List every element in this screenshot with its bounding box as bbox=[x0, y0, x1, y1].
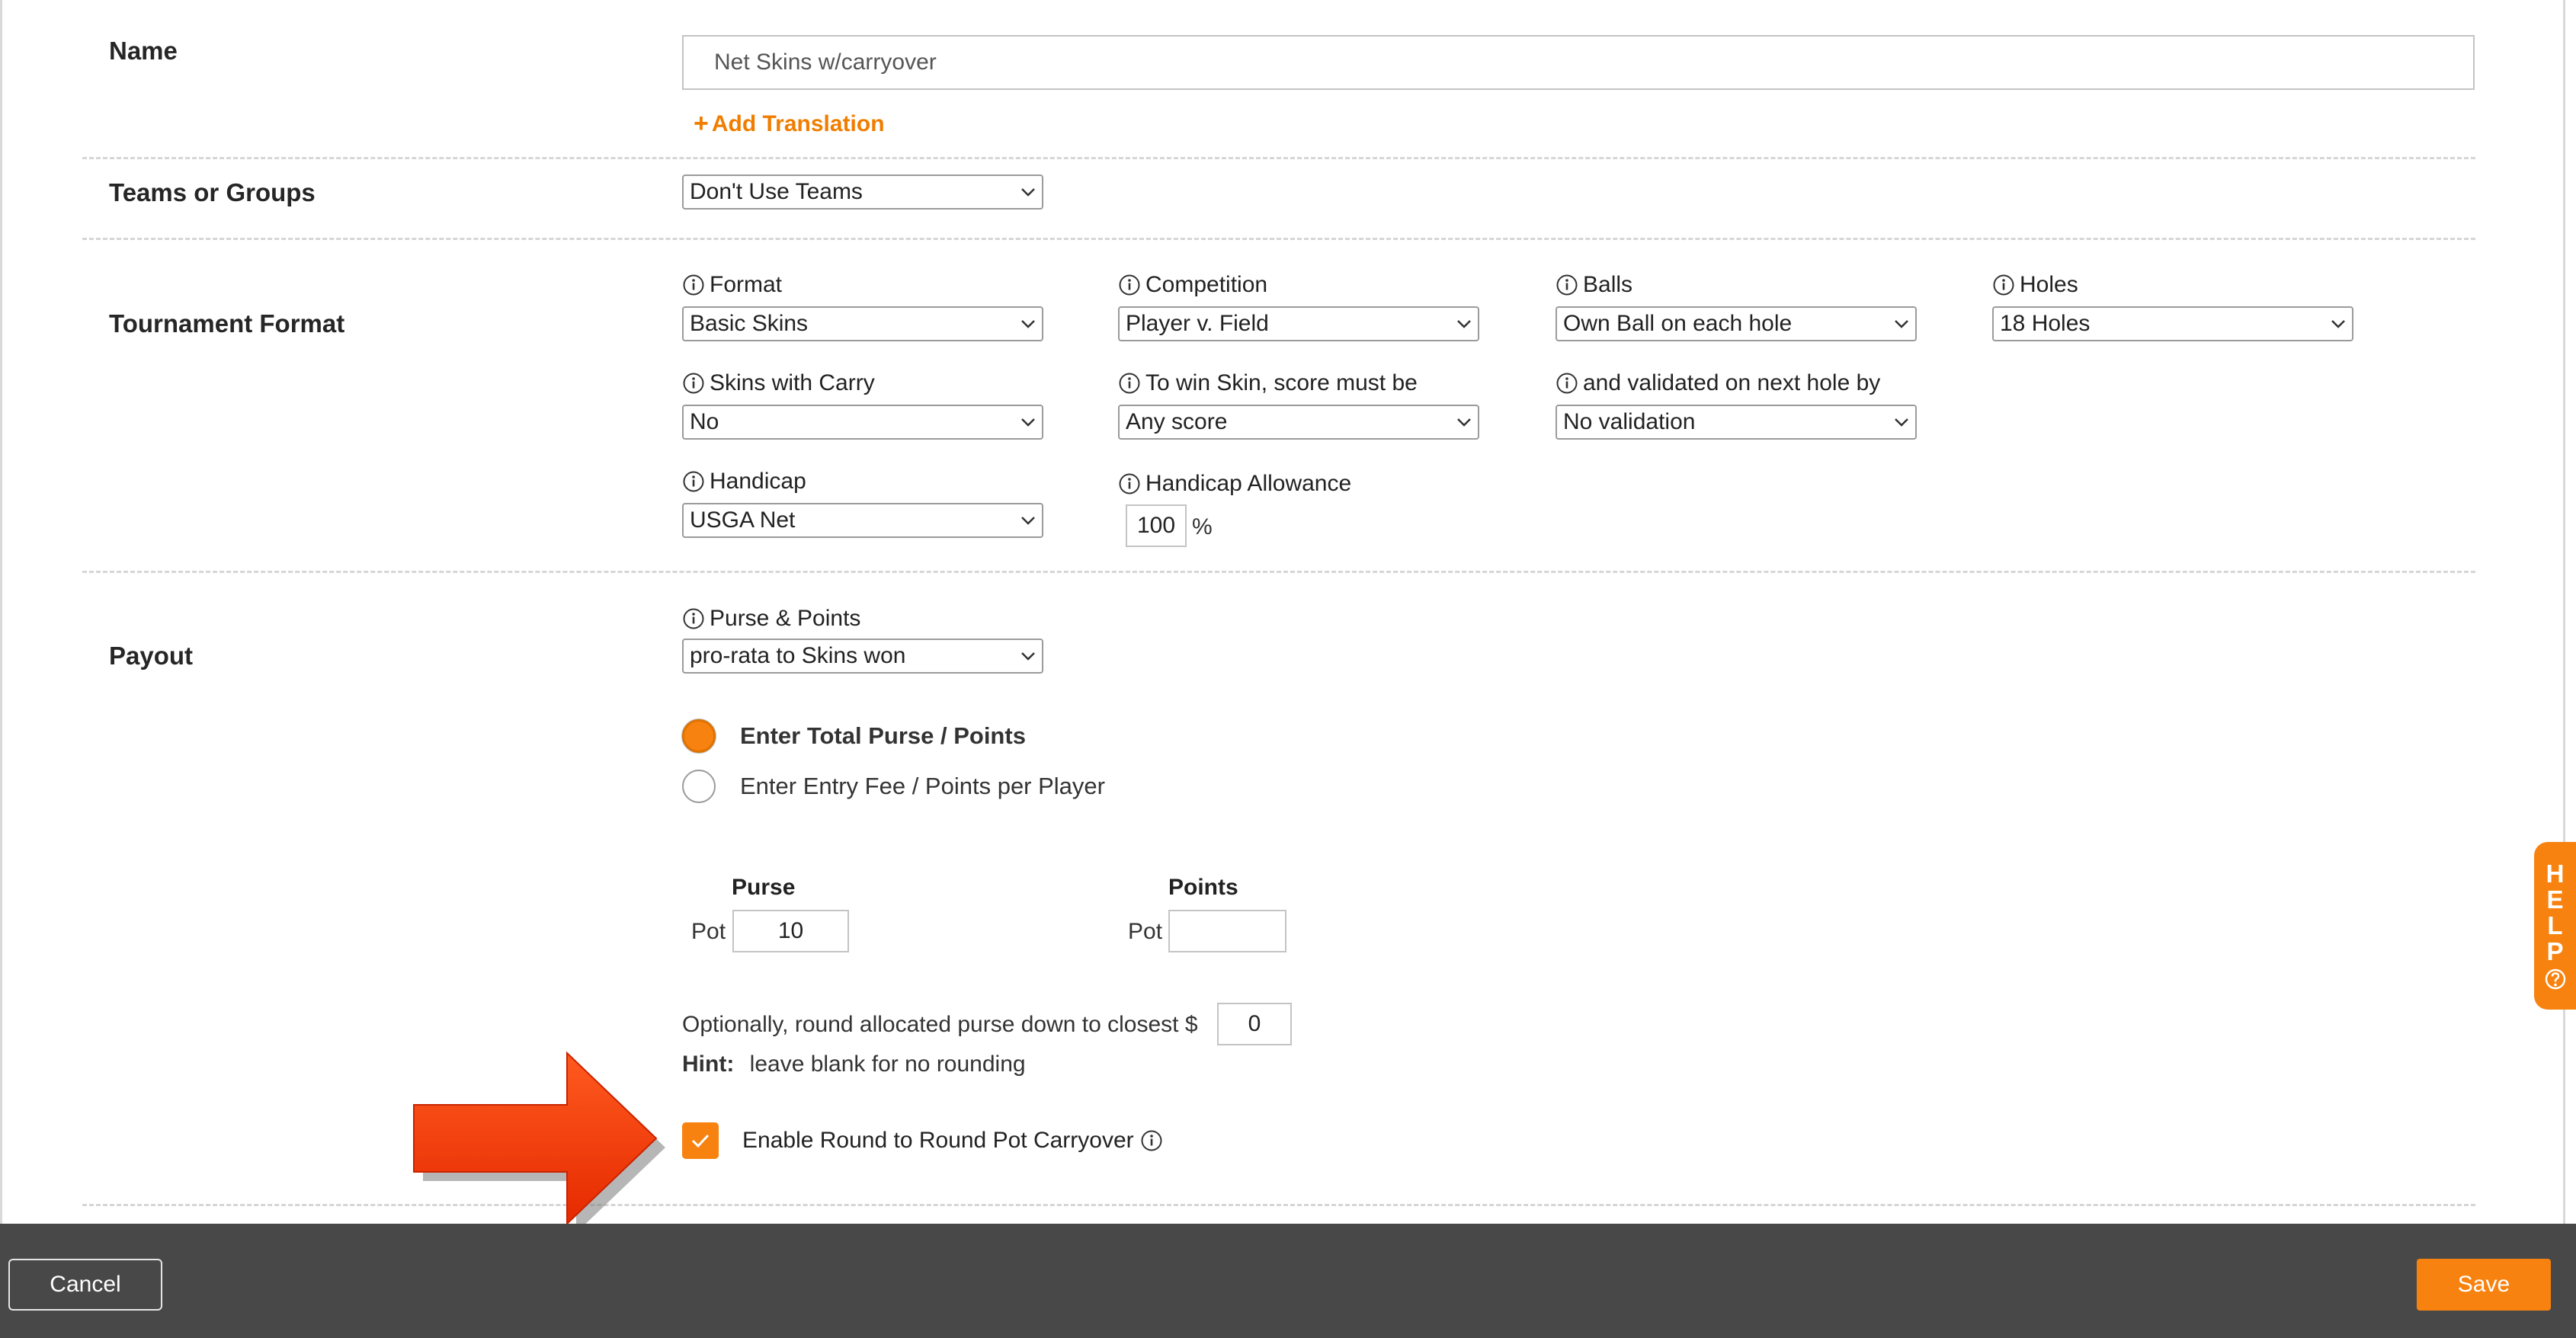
radio-selected[interactable] bbox=[682, 719, 716, 753]
format-label: Format bbox=[682, 272, 782, 298]
chevron-down-icon bbox=[1020, 651, 1036, 661]
payout-section-label: Payout bbox=[109, 642, 194, 670]
info-icon[interactable] bbox=[1556, 274, 1578, 296]
allowance-input[interactable]: 100 bbox=[1126, 504, 1187, 547]
name-input[interactable]: Net Skins w/carryover bbox=[682, 35, 2475, 90]
question-circle-icon bbox=[2545, 968, 2565, 990]
divider bbox=[82, 238, 2475, 240]
chevron-down-icon bbox=[1020, 187, 1036, 197]
balls-select[interactable]: Own Ball on each hole bbox=[1556, 306, 1917, 341]
help-letter: P bbox=[2546, 937, 2564, 965]
info-icon[interactable] bbox=[682, 274, 705, 296]
footer-bar: Cancel Save bbox=[0, 1224, 2576, 1338]
info-icon[interactable] bbox=[682, 372, 705, 395]
info-icon[interactable] bbox=[1992, 274, 2015, 296]
handicap-label: Handicap bbox=[682, 469, 806, 495]
info-icon[interactable] bbox=[1118, 472, 1141, 495]
chevron-down-icon bbox=[1456, 418, 1472, 427]
handicap-select-value: USGA Net bbox=[690, 507, 796, 533]
info-icon[interactable] bbox=[1118, 274, 1141, 296]
teams-select[interactable]: Don't Use Teams bbox=[682, 174, 1043, 210]
competition-select[interactable]: Player v. Field bbox=[1118, 306, 1479, 341]
skins-carry-select[interactable]: No bbox=[682, 405, 1043, 440]
left-border bbox=[0, 0, 2, 1224]
hint-value: leave blank for no rounding bbox=[749, 1052, 1026, 1077]
help-letter: H bbox=[2546, 859, 2565, 888]
allowance-label: Handicap Allowance bbox=[1118, 471, 1351, 497]
holes-select[interactable]: 18 Holes bbox=[1992, 306, 2353, 341]
competition-label: Competition bbox=[1118, 272, 1267, 298]
info-icon[interactable] bbox=[682, 607, 705, 630]
chevron-down-icon bbox=[1894, 319, 1909, 328]
chevron-down-icon bbox=[2331, 319, 2346, 328]
chevron-down-icon bbox=[1456, 319, 1472, 328]
radio-total-label: Enter Total Purse / Points bbox=[740, 722, 1026, 749]
holes-label: Holes bbox=[1992, 272, 2078, 298]
radio-entry-fee[interactable]: Enter Entry Fee / Points per Player bbox=[682, 770, 1105, 803]
points-pot-label: Pot bbox=[1128, 919, 1163, 944]
plus-icon: + bbox=[694, 109, 709, 138]
help-letter: E bbox=[2546, 885, 2564, 914]
holes-select-value: 18 Holes bbox=[2000, 311, 2091, 336]
save-button[interactable]: Save bbox=[2417, 1259, 2551, 1311]
round-down-input[interactable]: 0 bbox=[1217, 1003, 1292, 1045]
info-icon[interactable] bbox=[1140, 1129, 1163, 1152]
skins-carry-label: Skins with Carry bbox=[682, 370, 875, 396]
purse-pot-label: Pot bbox=[691, 919, 726, 944]
cancel-button[interactable]: Cancel bbox=[8, 1259, 162, 1311]
checkmark-icon bbox=[691, 1134, 710, 1148]
carryover-checkbox[interactable] bbox=[682, 1122, 719, 1159]
help-letter: L bbox=[2547, 911, 2563, 939]
radio-entry-label: Enter Entry Fee / Points per Player bbox=[740, 773, 1105, 799]
points-column-header: Points bbox=[1168, 875, 1238, 900]
teams-section-label: Teams or Groups bbox=[109, 178, 316, 206]
teams-select-value: Don't Use Teams bbox=[690, 179, 863, 204]
win-score-label: To win Skin, score must be bbox=[1118, 370, 1418, 396]
help-tab[interactable]: H E L P bbox=[2534, 842, 2576, 1010]
skins-carry-select-value: No bbox=[690, 409, 719, 434]
balls-label: Balls bbox=[1556, 272, 1632, 298]
info-icon[interactable] bbox=[1556, 372, 1578, 395]
divider bbox=[82, 157, 2475, 159]
format-section-label: Tournament Format bbox=[109, 309, 345, 338]
info-icon[interactable] bbox=[1118, 372, 1141, 395]
points-pot-input[interactable] bbox=[1168, 910, 1286, 952]
hint-text: Hint: leave blank for no rounding bbox=[682, 1052, 1026, 1077]
competition-select-value: Player v. Field bbox=[1126, 311, 1269, 336]
purse-column-header: Purse bbox=[732, 875, 796, 900]
chevron-down-icon bbox=[1020, 418, 1036, 427]
percent-unit: % bbox=[1192, 514, 1213, 539]
hint-label: Hint: bbox=[682, 1052, 735, 1077]
chevron-down-icon bbox=[1020, 516, 1036, 525]
carryover-label: Enable Round to Round Pot Carryover bbox=[742, 1128, 1168, 1154]
annotation-arrow-icon bbox=[413, 1052, 665, 1233]
radio-unselected[interactable] bbox=[682, 770, 716, 803]
win-score-select[interactable]: Any score bbox=[1118, 405, 1479, 440]
info-icon[interactable] bbox=[682, 470, 705, 493]
chevron-down-icon bbox=[1020, 319, 1036, 328]
name-section-label: Name bbox=[109, 37, 178, 65]
format-select[interactable]: Basic Skins bbox=[682, 306, 1043, 341]
balls-select-value: Own Ball on each hole bbox=[1563, 311, 1793, 336]
right-border bbox=[2563, 0, 2565, 1224]
format-select-value: Basic Skins bbox=[690, 311, 809, 336]
purse-points-select-value: pro-rata to Skins won bbox=[690, 643, 906, 668]
purse-pot-input[interactable]: 10 bbox=[732, 910, 849, 952]
validation-select-value: No validation bbox=[1563, 409, 1696, 434]
round-down-label: Optionally, round allocated purse down t… bbox=[682, 1012, 1198, 1037]
handicap-select[interactable]: USGA Net bbox=[682, 503, 1043, 538]
radio-total-purse[interactable]: Enter Total Purse / Points bbox=[682, 719, 1026, 753]
purse-points-select[interactable]: pro-rata to Skins won bbox=[682, 639, 1043, 674]
chevron-down-icon bbox=[1894, 418, 1909, 427]
validation-label: and validated on next hole by bbox=[1556, 370, 1880, 396]
settings-form: Name Net Skins w/carryover + Add Transla… bbox=[0, 0, 2576, 1233]
divider bbox=[82, 571, 2475, 573]
win-score-select-value: Any score bbox=[1126, 409, 1228, 434]
add-translation-link[interactable]: + Add Translation bbox=[694, 109, 885, 139]
add-translation-label: Add Translation bbox=[711, 110, 885, 136]
purse-points-label: Purse & Points bbox=[682, 606, 860, 632]
validation-select[interactable]: No validation bbox=[1556, 405, 1917, 440]
